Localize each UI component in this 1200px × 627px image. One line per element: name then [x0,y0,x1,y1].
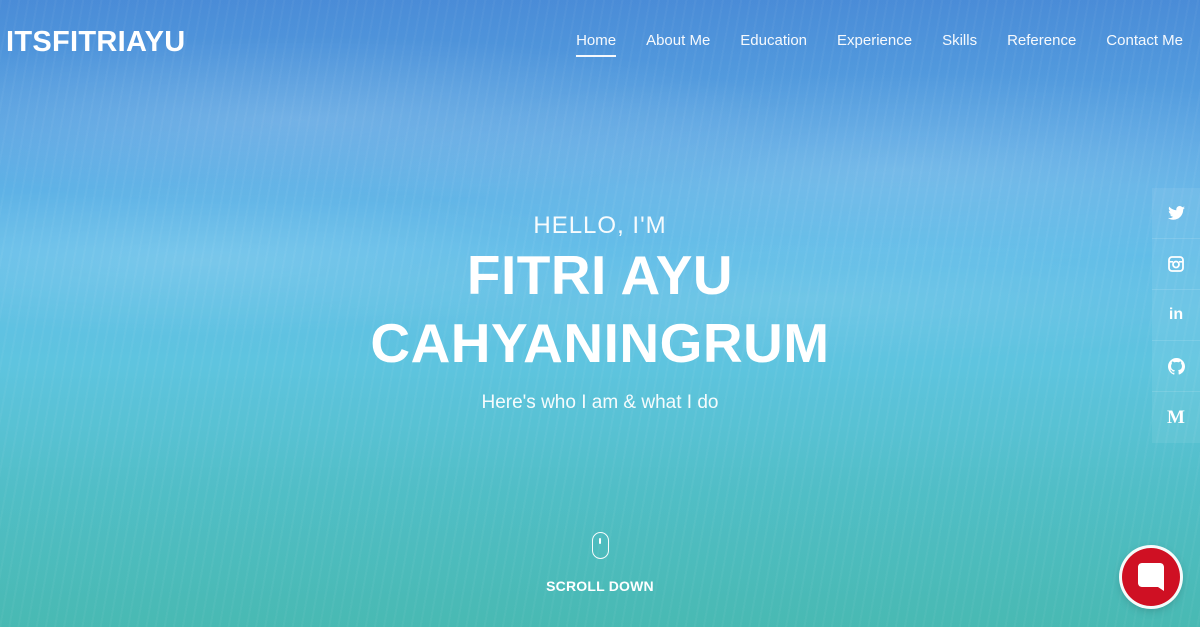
twitter-icon [1167,206,1185,220]
medium-link[interactable]: M [1152,392,1200,443]
site-logo[interactable]: ITSFITRIAYU [6,26,185,59]
github-icon [1167,357,1185,375]
main-nav: Home About Me Education Experience Skill… [546,32,1183,57]
nav-item-about-me[interactable]: About Me [646,32,710,57]
instagram-icon [1168,256,1184,272]
scroll-down-label: SCROLL DOWN [546,578,654,594]
chat-button[interactable] [1122,548,1180,606]
hero-section: HELLO, I'M FITRI AYU CAHYANINGRUM Here's… [0,212,1200,414]
twitter-link[interactable] [1152,188,1200,239]
nav-item-education[interactable]: Education [740,32,807,57]
linkedin-link[interactable]: in [1152,290,1200,341]
hero-name-line2: CAHYANINGRUM [370,312,830,374]
hero-tagline: Here's who I am & what I do [481,392,719,413]
social-sidebar: in M [1152,188,1200,443]
nav-item-reference[interactable]: Reference [1007,32,1076,57]
hero-greeting: HELLO, I'M [533,212,667,239]
mouse-icon [591,532,609,559]
hero-name-line1: FITRI AYU [466,244,734,306]
github-link[interactable] [1152,341,1200,392]
nav-item-experience[interactable]: Experience [837,32,912,57]
chat-icon [1138,563,1164,591]
linkedin-icon: in [1168,306,1184,323]
scroll-down-button[interactable]: SCROLL DOWN [0,532,1200,594]
nav-item-contact-me[interactable]: Contact Me [1106,32,1183,57]
medium-icon: M [1167,406,1185,428]
nav-item-skills[interactable]: Skills [942,32,977,57]
instagram-link[interactable] [1152,239,1200,290]
nav-item-home[interactable]: Home [576,32,617,57]
